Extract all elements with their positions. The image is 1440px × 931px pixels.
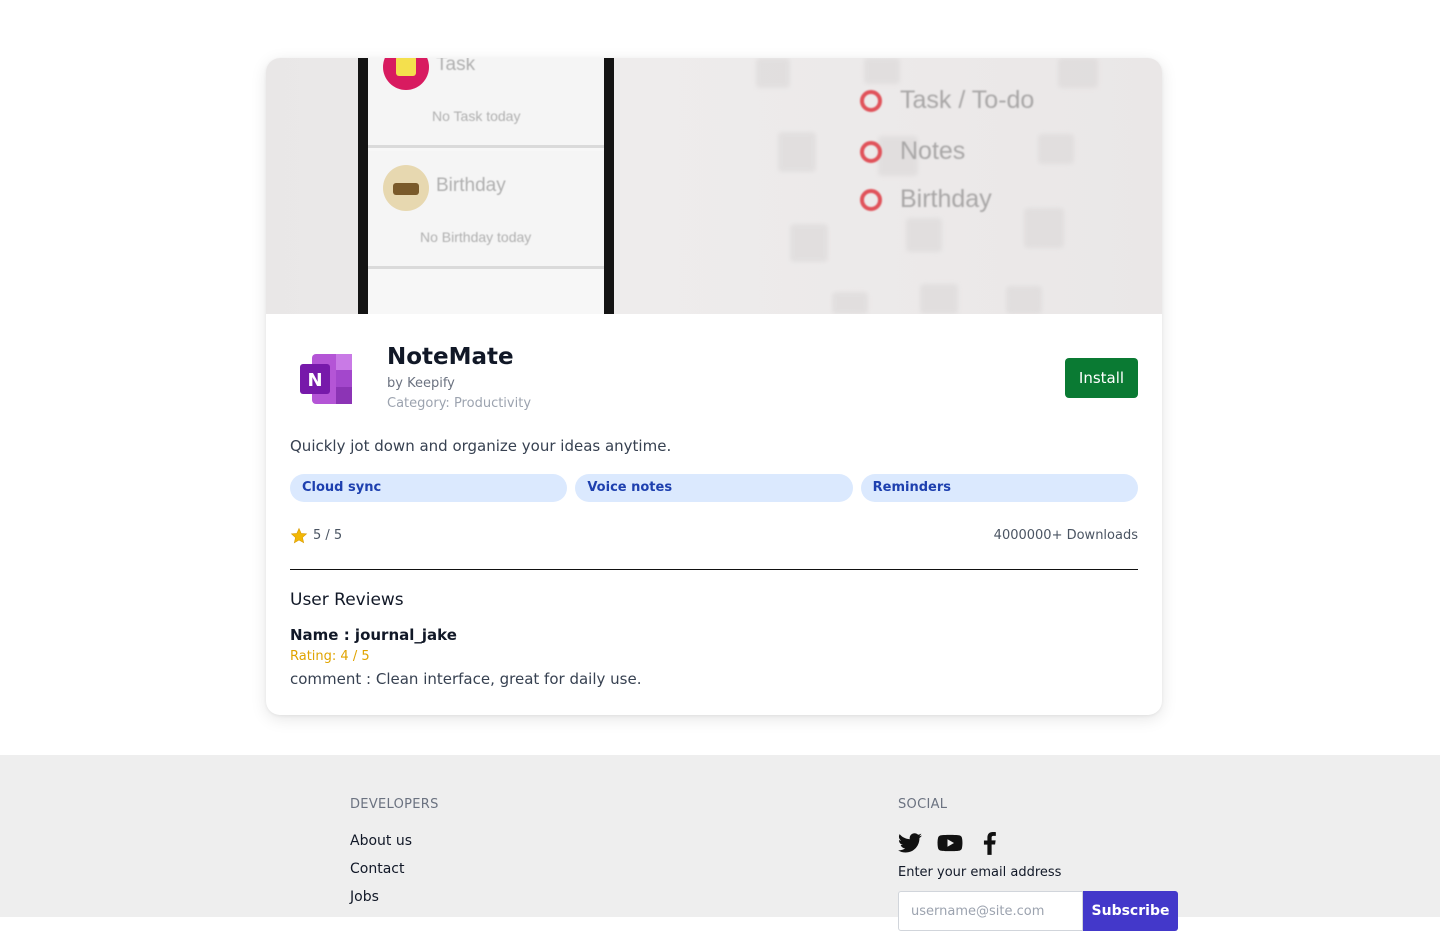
circle-icon [860, 188, 882, 211]
email-input[interactable] [898, 891, 1083, 931]
email-label: Enter your email address [898, 865, 1062, 880]
twitter-icon[interactable] [897, 830, 923, 856]
app-category: Category: Productivity [387, 396, 532, 411]
tag-reminders: Reminders [860, 474, 1138, 502]
phone-row-sub: No Task today [432, 108, 521, 124]
legend-label: Notes [900, 137, 966, 165]
phone-row-sub: No Birthday today [420, 229, 532, 245]
app-header: N NoteMate by Keepify Category: Producti… [290, 344, 1138, 418]
download-count: 4000000+ Downloads [993, 528, 1138, 543]
tag-cloud-sync: Cloud sync [290, 474, 568, 502]
developers-heading: DEVELOPERS [350, 797, 439, 812]
tag-voice-notes: Voice notes [575, 474, 853, 502]
app-description: Quickly jot down and organize your ideas… [290, 437, 672, 455]
divider [290, 569, 1138, 570]
footer-link-about[interactable]: About us [350, 833, 412, 849]
phone-row-label: Birthday [436, 175, 506, 196]
onenote-logo-icon: N [300, 354, 352, 404]
circle-icon [860, 140, 882, 163]
legend-label: Birthday [900, 185, 992, 213]
task-icon [383, 58, 429, 90]
star-icon [290, 527, 308, 544]
subscribe-button[interactable]: Subscribe [1083, 891, 1178, 931]
app-screenshot-banner: Task No Task today Birthday No Birthday … [266, 58, 1162, 314]
site-footer: DEVELOPERS About us Contact Jobs SOCIAL … [0, 755, 1440, 931]
app-developer: by Keepify [387, 376, 455, 391]
social-heading: SOCIAL [898, 797, 948, 812]
phone-row-label: Task [436, 58, 476, 75]
app-stats: 5 / 5 4000000+ Downloads [290, 527, 1138, 547]
legend-item-notes: Notes [860, 137, 965, 166]
facebook-icon[interactable] [977, 830, 1003, 856]
feature-tags: Cloud sync Voice notes Reminders [290, 474, 1138, 502]
legend-item-task: Task / To-do [860, 86, 1034, 115]
footer-link-contact[interactable]: Contact [350, 861, 404, 877]
reviews-heading: User Reviews [290, 590, 404, 610]
review-author: Name : journal_jake [290, 626, 457, 644]
review-rating: Rating: 4 / 5 [290, 649, 370, 664]
app-title: NoteMate [387, 344, 514, 370]
phone-row-birthday: Birthday No Birthday today [368, 151, 604, 269]
install-button[interactable]: Install [1065, 358, 1138, 398]
circle-icon [860, 89, 882, 112]
legend-label: Task / To-do [900, 86, 1035, 114]
legend-item-birthday: Birthday [860, 185, 992, 214]
youtube-icon[interactable] [937, 830, 963, 856]
review-comment: comment : Clean interface, great for dai… [290, 670, 642, 688]
footer-link-jobs[interactable]: Jobs [350, 889, 379, 905]
app-card: Task No Task today Birthday No Birthday … [266, 58, 1162, 715]
phone-mockup: Task No Task today Birthday No Birthday … [358, 58, 614, 314]
svg-text:N: N [307, 370, 322, 391]
app-rating: 5 / 5 [313, 528, 343, 543]
birthday-cake-icon [383, 165, 429, 211]
phone-row-task: Task No Task today [368, 58, 604, 148]
